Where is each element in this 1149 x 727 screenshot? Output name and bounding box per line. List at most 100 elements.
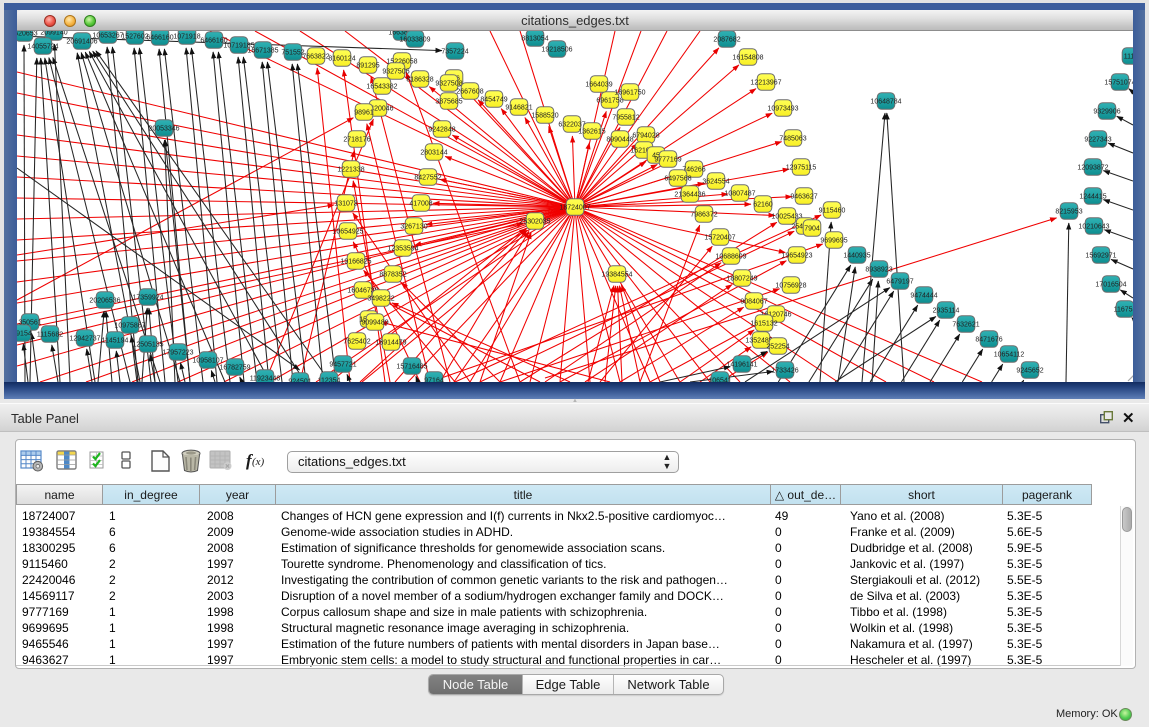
svg-text:1664039: 1664039: [585, 82, 612, 89]
svg-text:7955812: 7955812: [612, 115, 639, 122]
svg-text:25302035: 25302035: [519, 219, 550, 226]
svg-text:10648784: 10648784: [870, 99, 901, 106]
svg-text:6794028: 6794028: [632, 133, 659, 140]
svg-text:1145194: 1145194: [102, 338, 129, 345]
svg-text:3267130: 3267130: [400, 224, 427, 231]
svg-text:6961758: 6961758: [596, 98, 623, 105]
svg-text:9245652: 9245652: [1016, 368, 1043, 375]
svg-text:20206536: 20206536: [89, 298, 120, 305]
svg-text:1362615: 1362615: [578, 129, 605, 136]
svg-text:106541: 106541: [708, 378, 731, 383]
svg-text:9699695: 9699695: [820, 238, 847, 245]
svg-text:10210643: 10210643: [1078, 224, 1109, 231]
svg-text:8215953: 8215953: [1055, 209, 1082, 216]
svg-text:9115460: 9115460: [819, 208, 846, 215]
svg-text:16782759: 16782759: [219, 365, 250, 372]
svg-text:1221338: 1221338: [337, 167, 364, 174]
svg-text:2087682: 2087682: [713, 37, 740, 44]
svg-text:7632621: 7632621: [952, 322, 979, 329]
svg-text:10654925: 10654925: [332, 229, 363, 236]
svg-text:10653267: 10653267: [92, 33, 123, 40]
svg-text:97164: 97164: [424, 378, 444, 383]
svg-text:7357224: 7357224: [441, 49, 468, 56]
svg-text:8186328: 8186328: [406, 77, 433, 84]
svg-text:8878352: 8878352: [379, 272, 406, 279]
svg-text:18724007: 18724007: [559, 205, 590, 212]
svg-text:9457721: 9457721: [329, 362, 356, 369]
svg-text:2935114: 2935114: [933, 308, 960, 315]
svg-text:9777169: 9777169: [654, 157, 681, 164]
svg-text:12093872: 12093872: [1077, 165, 1108, 172]
svg-text:62160: 62160: [753, 202, 773, 209]
svg-text:7625402: 7625402: [343, 339, 370, 346]
svg-text:252254: 252254: [766, 344, 789, 351]
svg-text:9463627: 9463627: [790, 194, 817, 201]
svg-text:9329906: 9329906: [1093, 109, 1120, 116]
svg-text:2667608: 2667608: [456, 89, 483, 96]
svg-text:3498222: 3498222: [367, 296, 394, 303]
svg-text:9227343: 9227343: [1084, 137, 1111, 144]
svg-text:7904: 7904: [804, 226, 820, 233]
svg-text:9242848: 9242848: [428, 127, 455, 134]
svg-text:16961750: 16961750: [614, 90, 645, 97]
svg-text:14196141: 14196141: [726, 362, 757, 369]
svg-text:16671385: 16671385: [247, 48, 278, 55]
svg-text:2620653: 2620653: [17, 31, 38, 38]
svg-text:15716485: 15716485: [396, 364, 427, 371]
svg-text:6497568: 6497568: [664, 176, 691, 183]
svg-text:1112: 1112: [1124, 54, 1133, 61]
svg-text:1071918: 1071918: [173, 34, 200, 41]
svg-text:10958107: 10958107: [192, 358, 223, 365]
svg-text:20053346: 20053346: [148, 126, 179, 133]
svg-text:2099140: 2099140: [40, 31, 67, 37]
svg-text:16154808: 16154808: [732, 55, 763, 62]
svg-text:17957223: 17957223: [162, 350, 193, 357]
svg-text:16543382: 16543382: [366, 84, 397, 91]
svg-text:1733426: 1733426: [771, 368, 798, 375]
svg-text:19384554: 19384554: [601, 272, 632, 279]
svg-text:8427552: 8427552: [414, 175, 441, 182]
svg-text:19166825: 19166825: [340, 259, 371, 266]
svg-text:8938923: 8938923: [865, 267, 892, 274]
svg-text:16914479: 16914479: [375, 340, 406, 347]
svg-text:8471676: 8471676: [975, 337, 1002, 344]
svg-text:1244415: 1244415: [1079, 194, 1106, 201]
svg-text:924501: 924501: [288, 379, 311, 383]
svg-text:8813054: 8813054: [521, 36, 548, 43]
svg-text:8160124: 8160124: [328, 56, 355, 63]
svg-text:10688609: 10688609: [715, 254, 746, 261]
svg-text:7663822: 7663822: [302, 54, 329, 61]
svg-text:751552: 751552: [281, 50, 304, 57]
svg-text:9327506: 9327506: [382, 69, 409, 76]
svg-text:12213967: 12213967: [750, 80, 781, 87]
svg-text:6479197: 6479197: [886, 279, 913, 286]
svg-text:10807487: 10807487: [724, 191, 755, 198]
svg-text:17359924: 17359924: [132, 295, 163, 302]
svg-text:12505135: 12505135: [132, 342, 163, 349]
svg-text:20691406: 20691406: [66, 39, 97, 46]
svg-text:12942737: 12942737: [69, 336, 100, 343]
svg-text:112354: 112354: [318, 378, 341, 383]
svg-text:9084067: 9084067: [740, 299, 767, 306]
svg-text:891295: 891295: [356, 63, 379, 70]
svg-text:10654112: 10654112: [994, 352, 1025, 359]
svg-text:11923448: 11923448: [250, 376, 281, 383]
svg-text:14055724: 14055724: [27, 44, 58, 51]
svg-text:8990448: 8990448: [606, 137, 633, 144]
svg-text:15692971: 15692971: [1085, 253, 1116, 260]
svg-text:3624554: 3624554: [702, 179, 729, 186]
svg-text:1615132: 1615132: [750, 321, 777, 328]
svg-text:18807249: 18807249: [726, 276, 757, 283]
svg-text:16033809: 16033809: [399, 37, 430, 44]
svg-text:1115682: 1115682: [37, 332, 63, 339]
svg-text:(x): (x): [252, 456, 265, 468]
svg-text:1588520: 1588520: [531, 113, 558, 120]
svg-text:3875685: 3875685: [435, 99, 462, 106]
svg-text:7485063: 7485063: [779, 136, 806, 143]
svg-text:9474444: 9474444: [910, 293, 937, 300]
svg-text:19218506: 19218506: [541, 47, 572, 54]
svg-text:17016504: 17016504: [1095, 282, 1126, 289]
svg-text:2803144: 2803144: [420, 150, 447, 157]
svg-text:98961: 98961: [354, 110, 374, 117]
svg-text:7986372: 7986372: [690, 212, 717, 219]
